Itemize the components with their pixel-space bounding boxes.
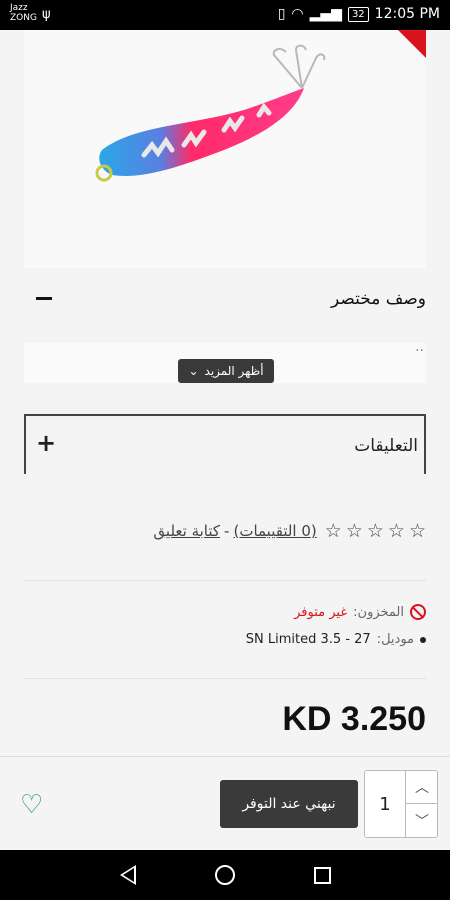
signal-icon: ▂▄▆ [309,6,342,22]
star-icon: ☆ [408,520,426,542]
system-nav-bar [0,850,450,900]
notify-when-available-button[interactable]: نبهني عند التوفر [220,780,358,828]
quantity-input[interactable]: 1 [365,771,405,837]
show-more-button[interactable]: أظهر المزيد ⌄ [178,359,274,383]
model-info: موديل: SN Limited 3.5 - 27 [246,632,426,647]
status-bar: Jazz ZONG ψ ▯ ◠ ▂▄▆ 32 12:05 PM [0,0,450,30]
back-icon[interactable] [119,865,136,885]
star-icon: ☆ [366,520,384,542]
product-price: KD 3.250 [282,700,426,738]
chevron-down-icon: ⌄ [188,364,199,378]
reviews-accordion[interactable]: التعليقات + [24,414,426,474]
rating-stars: ☆ ☆ ☆ ☆ ☆ [325,520,426,542]
star-icon: ☆ [324,520,342,542]
status-icons: ▯ ◠ ▂▄▆ 32 12:05 PM [278,6,440,22]
usb-icon: ψ [42,7,51,22]
rating-row: ☆ ☆ ☆ ☆ ☆ (0 التقييمات) - كتابة تعليق [153,520,426,542]
battery-icon: 32 [347,6,369,22]
cart-action-bar: ♡ نبهني عند التوفر 1 ︿ ﹀ [0,756,450,850]
ratings-count-link[interactable]: (0 التقييمات) [233,522,316,540]
model-value: SN Limited 3.5 - 27 [245,632,371,647]
divider [24,678,426,679]
fishing-lure-image [95,44,326,182]
status-time: 12:05 PM [374,6,440,22]
bullet-icon [420,636,426,643]
stock-status: المخزون: غير متوفر [294,604,426,620]
expand-icon[interactable]: + [36,430,56,456]
stock-label: المخزون: [353,604,404,620]
recent-apps-icon[interactable] [313,866,331,884]
show-more-label: أظهر المزيد [204,364,264,378]
star-icon: ☆ [345,520,363,542]
rating-separator: - [224,522,230,540]
unavailable-icon [410,604,426,620]
write-review-link[interactable]: كتابة تعليق [153,522,220,540]
description-title: وصف مختصر [331,289,426,309]
home-icon[interactable] [214,865,235,885]
chevron-down-icon[interactable]: ﹀ [405,804,438,837]
reviews-title: التعليقات [354,436,418,456]
carrier-name: Jazz ZONG [10,3,37,23]
chevron-up-icon[interactable]: ︿ [405,771,438,804]
wishlist-heart-icon[interactable]: ♡ [20,792,43,818]
vibrate-icon: ▯ [277,6,286,22]
wifi-icon: ◠ [291,6,304,22]
stock-value: غير متوفر [294,604,348,620]
star-icon: ☆ [387,520,405,542]
quantity-stepper[interactable]: 1 ︿ ﹀ [364,770,438,838]
description-header[interactable]: وصف مختصر [24,283,426,317]
product-image[interactable] [24,30,426,268]
model-label: موديل: [376,632,414,647]
sale-corner-tag [398,30,426,58]
description-text: .. [415,339,424,355]
collapse-icon[interactable] [36,297,52,300]
divider [24,580,426,581]
